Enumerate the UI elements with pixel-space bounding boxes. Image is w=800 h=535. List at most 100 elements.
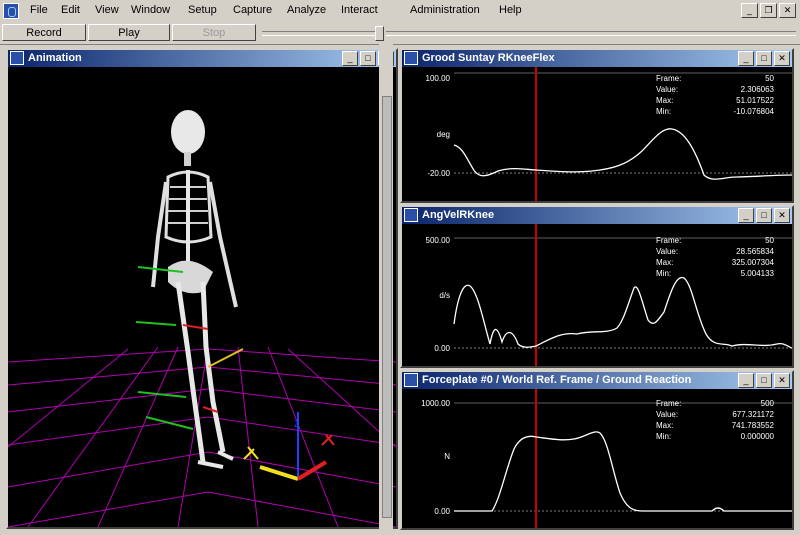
frame-label: Frame: bbox=[656, 399, 681, 408]
unit-label: deg bbox=[437, 130, 450, 139]
graph-plot[interactable]: 1000.00 0.00 N Frame: 500 Value: 677.321… bbox=[402, 389, 792, 528]
graph-plot[interactable]: 100.00 -20.00 deg Frame: 50 Value: 2.306… bbox=[402, 67, 792, 201]
coordinate-axes: Z bbox=[243, 412, 335, 481]
menubar: File Edit View Window Setup Capture Anal… bbox=[0, 0, 800, 23]
playback-toolbar: Record Play Stop bbox=[0, 22, 800, 45]
value-value: 28.565834 bbox=[736, 247, 774, 256]
close-icon[interactable]: ✕ bbox=[774, 208, 790, 223]
graph-window-forceplate: Forceplate #0 / World Ref. Frame / Groun… bbox=[400, 370, 794, 530]
menu-window[interactable]: Window bbox=[131, 4, 170, 16]
data-curve bbox=[453, 276, 792, 349]
min-label: Min: bbox=[656, 269, 671, 278]
data-curve bbox=[454, 431, 792, 512]
minimize-icon[interactable]: _ bbox=[738, 373, 754, 388]
min-label: Min: bbox=[656, 432, 671, 441]
graph-svg: 1000.00 0.00 N Frame: 500 Value: 677.321… bbox=[421, 389, 792, 528]
scrollbar-thumb[interactable] bbox=[382, 96, 392, 518]
y-min-label: -20.00 bbox=[427, 169, 450, 178]
minimize-icon[interactable]: _ bbox=[342, 51, 358, 66]
menu-edit[interactable]: Edit bbox=[61, 4, 80, 16]
max-value: 741.783552 bbox=[732, 421, 775, 430]
menu-view[interactable]: View bbox=[95, 4, 119, 16]
unit-label: d/s bbox=[439, 291, 450, 300]
graph-window-knee-flex: Grood Suntay RKneeFlex _ □ ✕ 100.00 -20.00… bbox=[400, 48, 794, 203]
max-label: Max: bbox=[656, 258, 673, 267]
maximize-icon[interactable]: □ bbox=[360, 51, 376, 66]
window-icon bbox=[404, 373, 418, 387]
maximize-icon[interactable]: □ bbox=[756, 373, 772, 388]
graph-titlebar[interactable]: Forceplate #0 / World Ref. Frame / Groun… bbox=[402, 372, 792, 389]
min-value: -10.076804 bbox=[734, 107, 775, 116]
value-value: 677.321172 bbox=[732, 410, 774, 419]
info-panel: Frame: 50 Value: 28.565834 Max: 325.0073… bbox=[656, 236, 775, 278]
max-value: 51.017522 bbox=[736, 96, 774, 105]
value-label: Value: bbox=[656, 410, 678, 419]
menu-help[interactable]: Help bbox=[499, 4, 522, 16]
window-icon bbox=[10, 51, 24, 65]
frame-label: Frame: bbox=[656, 74, 681, 83]
animation-viewport[interactable]: Z bbox=[8, 67, 396, 527]
info-panel: Frame: 50 Value: 2.306063 Max: 51.017522… bbox=[656, 74, 775, 116]
graph-plot[interactable]: 500.00 0.00 d/s Frame: 50 Value: 28.5658… bbox=[402, 224, 792, 366]
skull bbox=[171, 110, 205, 154]
menu-analyze[interactable]: Analyze bbox=[287, 4, 326, 16]
graph-titlebar[interactable]: AngVelRKnee _ □ ✕ bbox=[402, 207, 792, 224]
y-min-label: 0.00 bbox=[434, 507, 450, 516]
menu-setup[interactable]: Setup bbox=[188, 4, 217, 16]
stop-button[interactable]: Stop bbox=[172, 24, 256, 41]
y-max-label: 500.00 bbox=[426, 236, 451, 245]
record-button[interactable]: Record bbox=[2, 24, 86, 41]
value-label: Value: bbox=[656, 247, 678, 256]
max-label: Max: bbox=[656, 421, 673, 430]
playback-slider-thumb[interactable] bbox=[375, 26, 384, 41]
minimize-icon[interactable]: _ bbox=[738, 208, 754, 223]
close-icon[interactable]: ✕ bbox=[774, 373, 790, 388]
graph-title: Forceplate #0 / World Ref. Frame / Groun… bbox=[422, 374, 692, 386]
playback-slider-right[interactable] bbox=[386, 31, 796, 36]
window-icon bbox=[404, 208, 418, 222]
min-value: 5.004133 bbox=[741, 269, 775, 278]
unit-label: N bbox=[444, 452, 450, 461]
y-max-label: 1000.00 bbox=[421, 399, 450, 408]
min-value: 0.000000 bbox=[741, 432, 775, 441]
app-icon[interactable] bbox=[3, 3, 19, 19]
frame-value: 50 bbox=[765, 236, 774, 245]
graph-svg: 500.00 0.00 d/s Frame: 50 Value: 28.5658… bbox=[426, 224, 792, 366]
frame-label: Frame: bbox=[656, 236, 681, 245]
playback-slider-left[interactable] bbox=[262, 31, 378, 36]
graph-title: Grood Suntay RKneeFlex bbox=[422, 52, 555, 64]
skeleton-figure bbox=[151, 110, 238, 469]
restore-icon[interactable]: ❐ bbox=[760, 3, 777, 18]
play-button[interactable]: Play bbox=[88, 24, 170, 41]
maximize-icon[interactable]: □ bbox=[756, 208, 772, 223]
graph-title: AngVelRKnee bbox=[422, 209, 495, 221]
y-min-label: 0.00 bbox=[434, 344, 450, 353]
min-label: Min: bbox=[656, 107, 671, 116]
minimize-icon[interactable]: _ bbox=[741, 3, 758, 18]
animation-title: Animation bbox=[28, 52, 82, 64]
menu-interact[interactable]: Interact bbox=[341, 4, 378, 16]
vertical-scrollbar[interactable] bbox=[379, 44, 393, 535]
max-value: 325.007304 bbox=[732, 258, 775, 267]
animation-titlebar[interactable]: Animation _□✕ bbox=[8, 50, 396, 67]
y-max-label: 100.00 bbox=[426, 74, 451, 83]
minimize-icon[interactable]: _ bbox=[738, 51, 754, 66]
frame-value: 50 bbox=[765, 74, 774, 83]
data-curve bbox=[453, 128, 792, 180]
value-label: Value: bbox=[656, 85, 678, 94]
graph-svg: 100.00 -20.00 deg Frame: 50 Value: 2.306… bbox=[426, 67, 792, 201]
value-value: 2.306063 bbox=[741, 85, 775, 94]
animation-window: Animation _□✕ bbox=[6, 48, 398, 529]
menu-file[interactable]: File bbox=[30, 4, 48, 16]
window-icon bbox=[404, 51, 418, 65]
graph-window-ang-vel: AngVelRKnee _ □ ✕ 500.00 0.00 d/s Frame: 5… bbox=[400, 205, 794, 368]
menu-administration[interactable]: Administration bbox=[410, 4, 480, 16]
menu-capture[interactable]: Capture bbox=[233, 4, 272, 16]
graph-titlebar[interactable]: Grood Suntay RKneeFlex _ □ ✕ bbox=[402, 50, 792, 67]
max-label: Max: bbox=[656, 96, 673, 105]
close-icon[interactable]: ✕ bbox=[774, 51, 790, 66]
maximize-icon[interactable]: □ bbox=[756, 51, 772, 66]
frame-value: 500 bbox=[761, 399, 775, 408]
close-icon[interactable]: ✕ bbox=[779, 3, 796, 18]
info-panel: Frame: 500 Value: 677.321172 Max: 741.78… bbox=[656, 399, 775, 441]
